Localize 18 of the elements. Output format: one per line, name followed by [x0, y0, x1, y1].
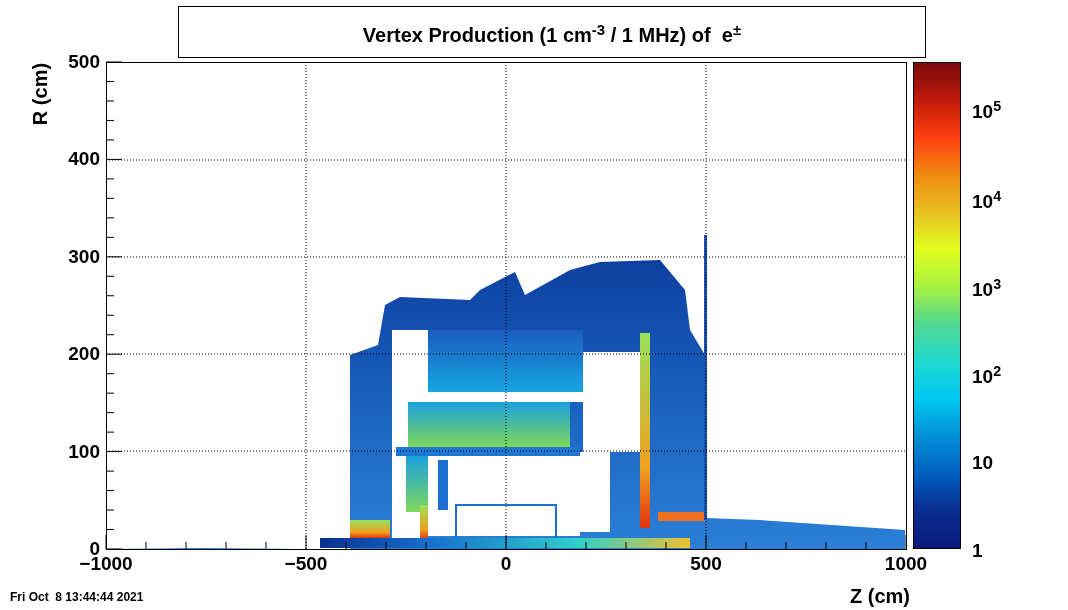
- timestamp: Fri Oct 8 13:44:44 2021: [10, 591, 144, 603]
- axis-tick-label: 200: [67, 344, 100, 364]
- axis-tick-label: 500: [689, 554, 723, 573]
- color-scale-label: 10$^{4}$: [972, 192, 1002, 211]
- color-scale-label: 10: [972, 453, 994, 472]
- axis-tick-label: 400: [67, 149, 100, 169]
- color-scale-label: 10$^{3}$: [972, 280, 1002, 299]
- color-scale-label: 1: [972, 541, 983, 560]
- axis-tick-label: 300: [67, 246, 100, 266]
- axis-tick-label: 1000: [883, 554, 929, 573]
- chart-title: Vertex Production (1 cm$^{-3}$ / 1 MHz) of e$^{±}$: [178, 6, 926, 58]
- axis-title: Z (cm): [849, 586, 910, 606]
- axis-tick-label: −500: [283, 554, 329, 573]
- color-scale-label: 10$^{5}$: [972, 102, 1002, 121]
- axis-tick-label: 0: [499, 554, 513, 573]
- axis-tick-label: 100: [67, 441, 100, 461]
- axis-title: R (cm): [30, 61, 50, 128]
- color-scale-label: 10$^{2}$: [972, 367, 1002, 386]
